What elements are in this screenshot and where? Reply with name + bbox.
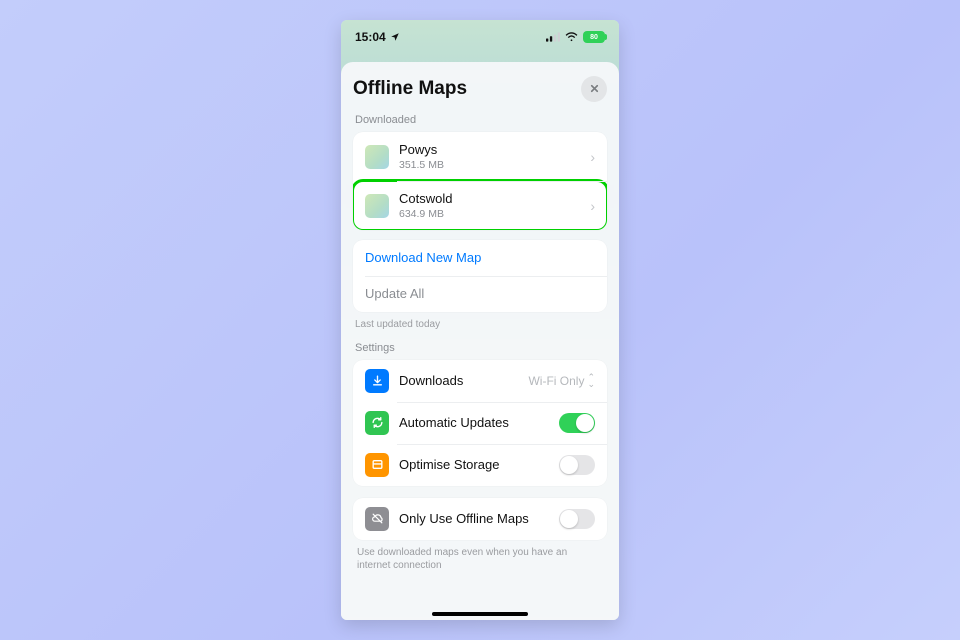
- map-actions-list: Download New Map Update All: [353, 240, 607, 311]
- map-size: 634.9 MB: [399, 208, 580, 221]
- map-name: Cotswold: [399, 191, 580, 207]
- downloaded-section-label: Downloaded: [355, 114, 605, 126]
- automatic-updates-label: Automatic Updates: [399, 415, 509, 430]
- downloads-setting-row[interactable]: Downloads Wi-Fi Only ⌃⌄: [353, 360, 607, 402]
- only-offline-helper-text: Use downloaded maps even when you have a…: [357, 546, 603, 573]
- downloads-setting-label: Downloads: [399, 373, 463, 388]
- only-offline-card: Only Use Offline Maps: [353, 498, 607, 540]
- map-thumbnail-icon: [365, 145, 389, 169]
- map-row-cotswold[interactable]: Cotswold 634.9 MB ›: [353, 181, 607, 230]
- only-use-offline-maps-row[interactable]: Only Use Offline Maps: [353, 498, 607, 540]
- optimise-storage-label: Optimise Storage: [399, 457, 499, 472]
- status-bar: 15:04 80: [341, 20, 619, 54]
- chevron-right-icon: ›: [590, 198, 595, 214]
- chevron-updown-icon: ⌃⌄: [587, 374, 595, 388]
- cellular-signal-icon: [546, 32, 560, 42]
- storage-icon: [365, 453, 389, 477]
- optimise-storage-toggle[interactable]: [559, 455, 595, 475]
- download-icon: [365, 369, 389, 393]
- status-time: 15:04: [355, 30, 386, 44]
- map-row-powys[interactable]: Powys 351.5 MB ›: [353, 132, 607, 181]
- chevron-right-icon: ›: [590, 149, 595, 165]
- close-icon: [589, 81, 600, 97]
- automatic-updates-setting-row[interactable]: Automatic Updates: [353, 402, 607, 444]
- phone-frame: 15:04 80 Offline Maps Downloaded: [341, 20, 619, 620]
- map-size: 351.5 MB: [399, 159, 580, 172]
- update-all-label: Update All: [365, 286, 595, 302]
- settings-section-label: Settings: [355, 342, 605, 354]
- download-new-map-button[interactable]: Download New Map: [353, 240, 607, 276]
- optimise-storage-setting-row[interactable]: Optimise Storage: [353, 444, 607, 486]
- map-name: Powys: [399, 142, 580, 158]
- refresh-icon: [365, 411, 389, 435]
- settings-list: Downloads Wi-Fi Only ⌃⌄ Automatic Update…: [353, 360, 607, 486]
- only-use-offline-maps-toggle[interactable]: [559, 509, 595, 529]
- only-use-offline-maps-label: Only Use Offline Maps: [399, 511, 529, 526]
- last-updated-text: Last updated today: [355, 319, 605, 330]
- close-button[interactable]: [581, 76, 607, 102]
- downloads-setting-value: Wi-Fi Only ⌃⌄: [528, 374, 595, 388]
- wifi-icon: [565, 32, 578, 42]
- home-indicator[interactable]: [432, 612, 528, 616]
- automatic-updates-toggle[interactable]: [559, 413, 595, 433]
- battery-icon: 80: [583, 31, 605, 43]
- download-new-map-label: Download New Map: [365, 250, 595, 266]
- cloud-offline-icon: [365, 507, 389, 531]
- downloaded-maps-list: Powys 351.5 MB › Cotswold 634.9 MB ›: [353, 132, 607, 230]
- battery-text: 80: [590, 34, 598, 41]
- page-title: Offline Maps: [353, 78, 467, 100]
- map-thumbnail-icon: [365, 194, 389, 218]
- offline-maps-sheet: Offline Maps Downloaded Powys 351.5 MB ›: [341, 62, 619, 620]
- update-all-button[interactable]: Update All: [353, 276, 607, 312]
- location-arrow-icon: [390, 32, 400, 42]
